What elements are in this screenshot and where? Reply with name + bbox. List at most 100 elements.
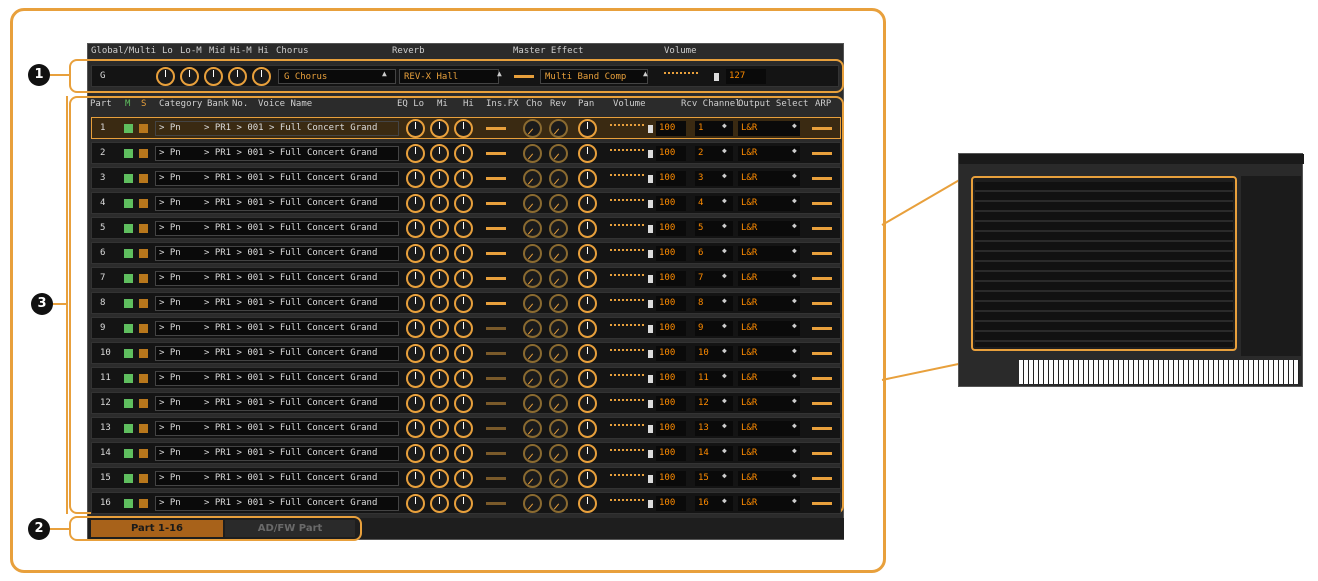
arp-switch[interactable] xyxy=(812,152,832,155)
part-volume-handle[interactable] xyxy=(648,375,653,383)
voice-name-value[interactable]: > PR1 > 001 > Full Concert Grand xyxy=(204,423,377,433)
master-effect-updown-icon[interactable]: ▲ xyxy=(643,69,648,78)
part-row[interactable]: 4 > Pn > PR1 > 001 > Full Concert Grand 100… xyxy=(91,192,841,214)
chorus-send-knob-icon[interactable] xyxy=(523,244,542,263)
eq-lo-m-knob-icon[interactable] xyxy=(180,67,199,86)
eq-hi-m-knob-icon[interactable] xyxy=(228,67,247,86)
output-select-updown-icon[interactable]: ◆ xyxy=(792,471,797,480)
voice-name-value[interactable]: > PR1 > 001 > Full Concert Grand xyxy=(204,398,377,408)
solo-toggle[interactable] xyxy=(139,474,148,483)
mute-toggle[interactable] xyxy=(124,124,133,133)
part-volume-slider[interactable] xyxy=(610,424,644,427)
part-volume-value[interactable]: 100 xyxy=(656,196,686,211)
part-volume-value[interactable]: 100 xyxy=(656,346,686,361)
part-volume-handle[interactable] xyxy=(648,475,653,483)
part-volume-value[interactable]: 100 xyxy=(656,421,686,436)
part-volume-handle[interactable] xyxy=(648,450,653,458)
eq-lo-knob-icon[interactable] xyxy=(406,269,425,288)
mute-toggle[interactable] xyxy=(124,374,133,383)
mute-toggle[interactable] xyxy=(124,474,133,483)
eq-hi-knob-icon[interactable] xyxy=(454,444,473,463)
reverb-send-knob-icon[interactable] xyxy=(549,344,568,363)
reverb-send-knob-icon[interactable] xyxy=(549,269,568,288)
eq-hi-knob-icon[interactable] xyxy=(454,219,473,238)
mute-toggle[interactable] xyxy=(124,499,133,508)
category-value[interactable]: > Pn xyxy=(159,148,181,158)
part-volume-handle[interactable] xyxy=(648,300,653,308)
part-volume-slider[interactable] xyxy=(610,174,644,177)
part-volume-value[interactable]: 100 xyxy=(656,371,686,386)
chorus-send-knob-icon[interactable] xyxy=(523,169,542,188)
eq-lo-knob-icon[interactable] xyxy=(406,219,425,238)
master-volume-slider[interactable] xyxy=(664,72,698,75)
chorus-select[interactable]: G Chorus xyxy=(278,69,396,84)
rcv-channel-value[interactable]: 11 xyxy=(695,371,733,386)
eq-hi-knob-icon[interactable] xyxy=(454,119,473,138)
eq-mi-knob-icon[interactable] xyxy=(430,269,449,288)
output-select-updown-icon[interactable]: ◆ xyxy=(792,421,797,430)
solo-toggle[interactable] xyxy=(139,174,148,183)
reverb-send-knob-icon[interactable] xyxy=(549,444,568,463)
output-select-value[interactable]: L&R xyxy=(738,196,800,211)
eq-mi-knob-icon[interactable] xyxy=(430,219,449,238)
pan-knob-icon[interactable] xyxy=(578,119,597,138)
solo-toggle[interactable] xyxy=(139,224,148,233)
part-volume-value[interactable]: 100 xyxy=(656,246,686,261)
output-select-updown-icon[interactable]: ◆ xyxy=(792,221,797,230)
pan-knob-icon[interactable] xyxy=(578,244,597,263)
part-row[interactable]: 6 > Pn > PR1 > 001 > Full Concert Grand 100… xyxy=(91,242,841,264)
output-select-updown-icon[interactable]: ◆ xyxy=(792,321,797,330)
arp-switch[interactable] xyxy=(812,477,832,480)
ins-fx-switch[interactable] xyxy=(486,352,506,355)
pan-knob-icon[interactable] xyxy=(578,369,597,388)
arp-switch[interactable] xyxy=(812,252,832,255)
part-volume-handle[interactable] xyxy=(648,175,653,183)
output-select-value[interactable]: L&R xyxy=(738,246,800,261)
part-row[interactable]: 7 > Pn > PR1 > 001 > Full Concert Grand 100… xyxy=(91,267,841,289)
eq-mi-knob-icon[interactable] xyxy=(430,494,449,513)
ins-fx-switch[interactable] xyxy=(486,327,506,330)
voice-name-value[interactable]: > PR1 > 001 > Full Concert Grand xyxy=(204,273,377,283)
category-value[interactable]: > Pn xyxy=(159,448,181,458)
output-select-value[interactable]: L&R xyxy=(738,271,800,286)
output-select-value[interactable]: L&R xyxy=(738,421,800,436)
eq-mi-knob-icon[interactable] xyxy=(430,294,449,313)
ins-fx-switch[interactable] xyxy=(486,302,506,305)
category-value[interactable]: > Pn xyxy=(159,498,181,508)
mute-toggle[interactable] xyxy=(124,424,133,433)
rcv-channel-value[interactable]: 3 xyxy=(695,171,733,186)
eq-mi-knob-icon[interactable] xyxy=(430,119,449,138)
part-volume-slider[interactable] xyxy=(610,324,644,327)
category-value[interactable]: > Pn xyxy=(159,273,181,283)
rcv-channel-value[interactable]: 7 xyxy=(695,271,733,286)
arp-switch[interactable] xyxy=(812,227,832,230)
output-select-updown-icon[interactable]: ◆ xyxy=(792,396,797,405)
chorus-send-knob-icon[interactable] xyxy=(523,469,542,488)
ins-fx-switch[interactable] xyxy=(486,377,506,380)
chorus-send-knob-icon[interactable] xyxy=(523,494,542,513)
part-volume-value[interactable]: 100 xyxy=(656,146,686,161)
part-volume-handle[interactable] xyxy=(648,150,653,158)
arp-switch[interactable] xyxy=(812,277,832,280)
reverb-send-knob-icon[interactable] xyxy=(549,394,568,413)
part-volume-slider[interactable] xyxy=(610,299,644,302)
pan-knob-icon[interactable] xyxy=(578,294,597,313)
solo-toggle[interactable] xyxy=(139,124,148,133)
part-volume-slider[interactable] xyxy=(610,399,644,402)
mute-toggle[interactable] xyxy=(124,274,133,283)
pan-knob-icon[interactable] xyxy=(578,194,597,213)
rcv-channel-value[interactable]: 9 xyxy=(695,321,733,336)
voice-name-value[interactable]: > PR1 > 001 > Full Concert Grand xyxy=(204,123,377,133)
chorus-send-knob-icon[interactable] xyxy=(523,369,542,388)
reverb-send-knob-icon[interactable] xyxy=(549,219,568,238)
master-effect-select[interactable]: Multi Band Comp xyxy=(540,69,648,84)
eq-hi-knob-icon[interactable] xyxy=(454,294,473,313)
ins-fx-switch[interactable] xyxy=(486,427,506,430)
eq-hi-knob-icon[interactable] xyxy=(454,244,473,263)
part-volume-slider[interactable] xyxy=(610,224,644,227)
rcv-channel-value[interactable]: 16 xyxy=(695,496,733,511)
part-volume-handle[interactable] xyxy=(648,400,653,408)
output-select-value[interactable]: L&R xyxy=(738,171,800,186)
reverb-send-knob-icon[interactable] xyxy=(549,494,568,513)
mute-toggle[interactable] xyxy=(124,399,133,408)
